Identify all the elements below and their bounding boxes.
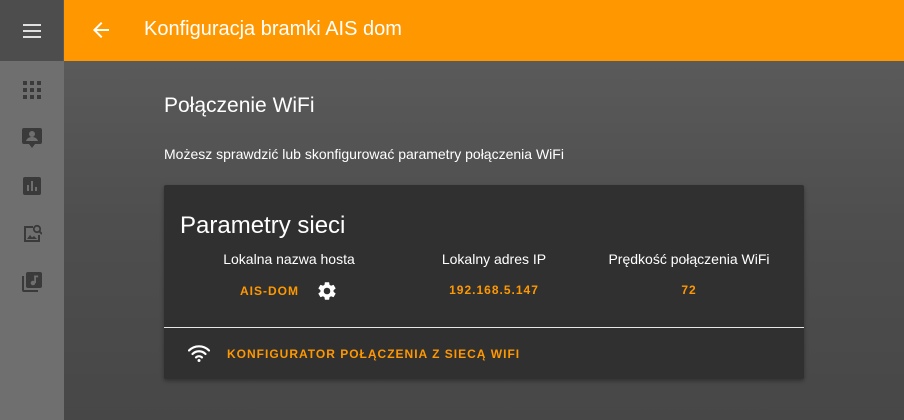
wifi-configurator-label: KONFIGURATOR POŁĄCZENIA Z SIECĄ WIFI <box>227 346 521 361</box>
speed-value: 72 <box>681 283 697 297</box>
sidebar-item-music[interactable] <box>20 270 44 294</box>
bar-chart-icon <box>23 177 41 195</box>
gear-icon <box>318 282 336 300</box>
ip-value-wrap: 192.168.5.147 <box>394 281 594 299</box>
back-button[interactable] <box>88 17 114 43</box>
section-title: Połączenie WiFi <box>164 94 315 117</box>
menu-button[interactable] <box>20 19 44 43</box>
wifi-configurator-button[interactable]: KONFIGURATOR POŁĄCZENIA Z SIECĄ WIFI <box>188 345 520 362</box>
hostname-settings-button[interactable] <box>315 279 339 303</box>
sidebar-header <box>0 0 64 61</box>
speed-value-wrap: 72 <box>594 281 784 299</box>
card-divider <box>164 327 804 328</box>
music-library-icon <box>22 272 42 292</box>
ip-label: Lokalny adres IP <box>441 251 547 267</box>
hamburger-menu-icon <box>23 24 41 38</box>
sidebar <box>0 0 64 420</box>
sidebar-item-gallery[interactable] <box>20 222 44 246</box>
main-content: Połączenie WiFi Możesz sprawdzić lub sko… <box>64 61 904 420</box>
network-parameters-card: Parametry sieci Lokalna nazwa hosta Loka… <box>164 185 804 379</box>
image-search-icon <box>24 224 42 242</box>
ip-column: Lokalny adres IP <box>394 249 594 269</box>
section-description: Możesz sprawdzić lub skonfigurować param… <box>164 146 564 162</box>
sidebar-item-apps[interactable] <box>20 78 44 102</box>
apps-grid-icon <box>23 81 41 99</box>
app-header: Konfiguracja bramki AIS dom <box>64 0 904 61</box>
account-box-icon <box>22 127 42 148</box>
card-title: Parametry sieci <box>180 212 346 239</box>
hostname-row: AIS-DOM <box>240 279 339 303</box>
arrow-left-icon <box>93 22 109 38</box>
speed-column: Prędkość połączenia WiFi <box>594 249 784 269</box>
sidebar-item-account[interactable] <box>20 126 44 150</box>
sidebar-item-charts[interactable] <box>20 174 44 198</box>
hostname-column: Lokalna nazwa hosta <box>204 249 374 269</box>
hostname-value: AIS-DOM <box>240 284 299 298</box>
page-title: Konfiguracja bramki AIS dom <box>144 18 402 40</box>
ip-value: 192.168.5.147 <box>449 283 539 297</box>
hostname-label: Lokalna nazwa hosta <box>223 251 355 267</box>
speed-label: Prędkość połączenia WiFi <box>608 251 770 267</box>
wifi-icon <box>188 345 210 362</box>
